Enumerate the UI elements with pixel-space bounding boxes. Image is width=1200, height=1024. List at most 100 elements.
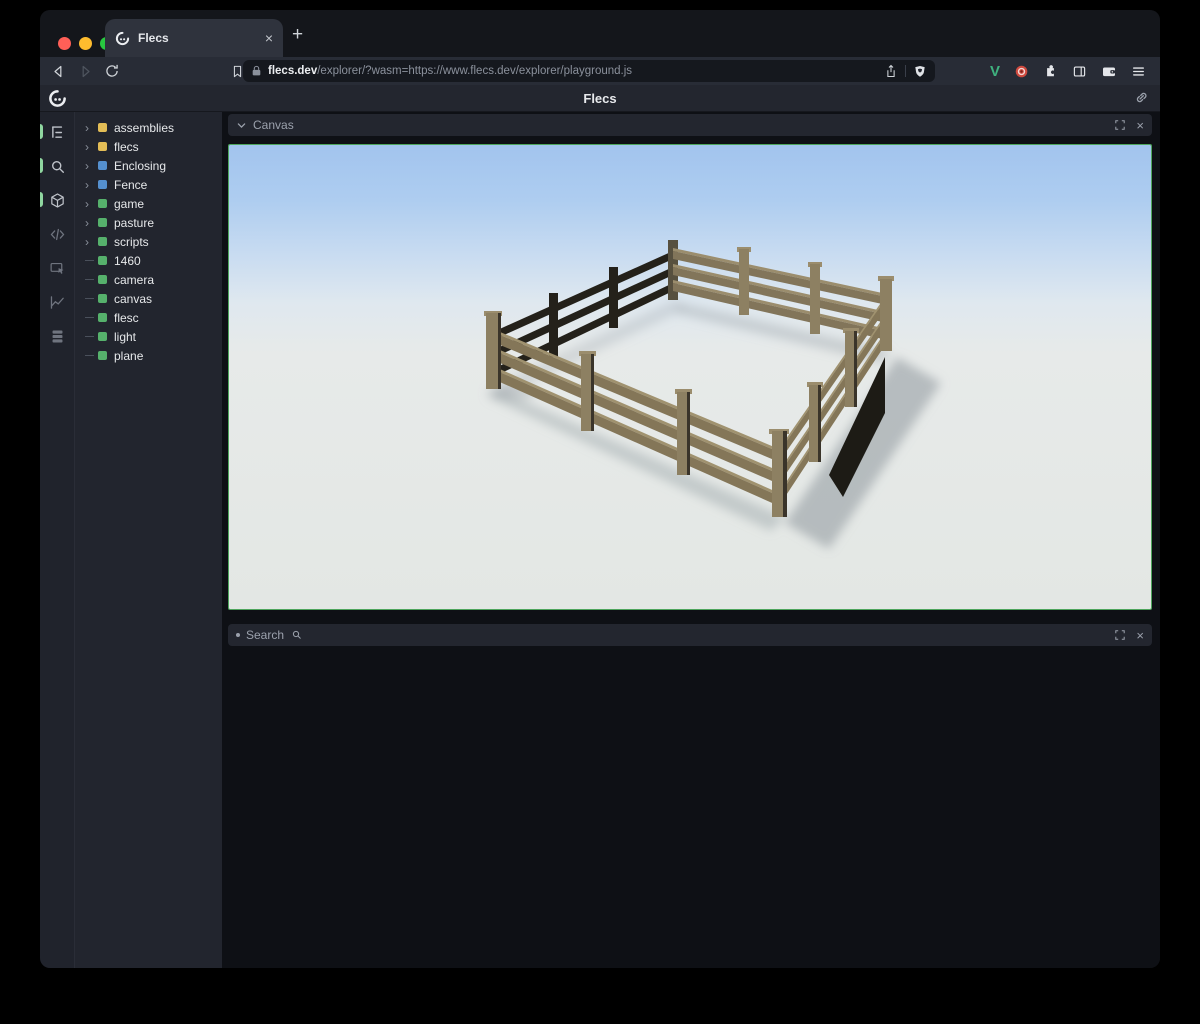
- entity-color-square: [98, 142, 107, 151]
- canvas-panel-header[interactable]: Canvas ×: [228, 114, 1152, 136]
- tree-item-game[interactable]: › game: [75, 194, 222, 213]
- fullscreen-icon[interactable]: [1114, 629, 1126, 641]
- entity-color-square: [98, 332, 107, 341]
- lock-icon: [251, 65, 262, 77]
- tree-item-Fence[interactable]: ›Fence: [75, 175, 222, 194]
- entity-label: pasture: [114, 216, 154, 230]
- rail-item-memory[interactable]: [40, 324, 74, 348]
- menu-hamburger-icon[interactable]: [1131, 64, 1146, 79]
- browser-tab[interactable]: Flecs ×: [105, 19, 283, 57]
- tree-connector: [85, 260, 94, 261]
- tree-connector: [85, 355, 94, 356]
- browser-window: Flecs × + flecs.dev/explorer/?wasm=https…: [40, 10, 1160, 968]
- flecs-logo-icon[interactable]: [48, 89, 67, 108]
- entity-color-square: [98, 275, 107, 284]
- sidebar-toggle-icon[interactable]: [1072, 64, 1087, 79]
- tree-connector: [85, 298, 94, 299]
- rail-item-search[interactable]: [40, 154, 74, 178]
- tree-item-1460[interactable]: 1460: [75, 251, 222, 270]
- entity-label: assemblies: [114, 121, 174, 135]
- expand-arrow-icon[interactable]: ›: [85, 198, 98, 210]
- rail-item-stats[interactable]: [40, 290, 74, 314]
- entity-color-square: [98, 218, 107, 227]
- rail-item-tree[interactable]: [40, 120, 74, 144]
- rail-item-canvas[interactable]: [40, 188, 74, 212]
- entity-color-square: [98, 351, 107, 360]
- entity-color-square: [98, 161, 107, 170]
- back-button[interactable]: [50, 63, 67, 80]
- url-text: flecs.dev/explorer/?wasm=https://www.fle…: [268, 65, 884, 77]
- tree-item-Enclosing[interactable]: ›Enclosing: [75, 156, 222, 175]
- canvas-3d-scene[interactable]: [228, 144, 1152, 610]
- entity-label: light: [114, 330, 136, 344]
- extensions-puzzle-icon[interactable]: [1043, 64, 1058, 79]
- url-bar[interactable]: flecs.dev/explorer/?wasm=https://www.fle…: [243, 60, 935, 82]
- entity-color-square: [98, 313, 107, 322]
- tree-connector: [85, 336, 94, 337]
- memory-stack-icon: [49, 328, 66, 345]
- share-link-icon[interactable]: [1133, 89, 1150, 106]
- canvas-close-icon[interactable]: ×: [1136, 118, 1144, 133]
- window-close-button[interactable]: [58, 37, 71, 50]
- expand-arrow-icon[interactable]: ›: [85, 217, 98, 229]
- url-domain: flecs.dev: [268, 65, 317, 77]
- entity-label: flecs: [114, 140, 139, 154]
- entity-color-square: [98, 180, 107, 189]
- tab-close-icon[interactable]: ×: [265, 30, 273, 46]
- rail-item-code[interactable]: [40, 222, 74, 246]
- entity-color-square: [98, 199, 107, 208]
- tree-item-light[interactable]: light: [75, 327, 222, 346]
- panel-collapsed-dot-icon[interactable]: [236, 633, 240, 637]
- tree-item-camera[interactable]: camera: [75, 270, 222, 289]
- share-icon[interactable]: [884, 64, 898, 79]
- expand-arrow-icon[interactable]: ›: [85, 179, 98, 191]
- active-indicator: [40, 124, 43, 139]
- canvas-viewport[interactable]: [228, 144, 1152, 610]
- expand-arrow-icon[interactable]: ›: [85, 160, 98, 172]
- tree-item-flesc[interactable]: flesc: [75, 308, 222, 327]
- tree-item-assemblies[interactable]: › assemblies: [75, 118, 222, 137]
- entity-color-square: [98, 294, 107, 303]
- entity-color-square: [98, 123, 107, 132]
- tree-item-canvas[interactable]: canvas: [75, 289, 222, 308]
- app-title: Flecs: [40, 91, 1160, 106]
- rail-item-inspect[interactable]: [40, 256, 74, 280]
- vue-devtools-icon[interactable]: V: [990, 63, 1000, 80]
- tree-connector: [85, 279, 94, 280]
- entity-label: scripts: [114, 235, 149, 249]
- search-panel-header[interactable]: Search ×: [228, 624, 1152, 646]
- search-close-icon[interactable]: ×: [1136, 628, 1144, 643]
- entity-label: 1460: [114, 254, 141, 268]
- inspector-icon: [49, 260, 66, 277]
- entity-label: camera: [114, 273, 154, 287]
- cube-icon: [49, 192, 66, 209]
- fullscreen-icon[interactable]: [1114, 119, 1126, 131]
- reload-button[interactable]: [104, 63, 120, 79]
- tree-item-pasture[interactable]: › pasture: [75, 213, 222, 232]
- tree-item-flecs[interactable]: › flecs: [75, 137, 222, 156]
- tree-item-plane[interactable]: plane: [75, 346, 222, 365]
- entity-label: plane: [114, 349, 143, 363]
- search-small-icon: [291, 629, 302, 640]
- forward-button[interactable]: [77, 63, 94, 80]
- expand-arrow-icon[interactable]: ›: [85, 236, 98, 248]
- window-minimize-button[interactable]: [79, 37, 92, 50]
- entity-label: flesc: [114, 311, 139, 325]
- new-tab-button[interactable]: +: [292, 24, 303, 46]
- entity-label: game: [114, 197, 144, 211]
- tab-strip: Flecs × +: [40, 10, 1160, 57]
- active-indicator: [40, 192, 43, 207]
- brave-shield-icon[interactable]: [913, 64, 927, 79]
- toolbar-divider: [905, 65, 906, 77]
- tab-title: Flecs: [138, 31, 265, 45]
- search-panel-title: Search: [246, 628, 1114, 642]
- tree-item-scripts[interactable]: › scripts: [75, 232, 222, 251]
- expand-arrow-icon[interactable]: ›: [85, 141, 98, 153]
- extension-red-icon[interactable]: [1014, 64, 1029, 79]
- chevron-down-icon[interactable]: [236, 120, 247, 131]
- url-path: /explorer/?wasm=https://www.flecs.dev/ex…: [317, 65, 632, 77]
- search-panel-title-text: Search: [246, 628, 284, 642]
- code-icon: [49, 226, 66, 243]
- expand-arrow-icon[interactable]: ›: [85, 122, 98, 134]
- wallet-icon[interactable]: [1101, 64, 1117, 79]
